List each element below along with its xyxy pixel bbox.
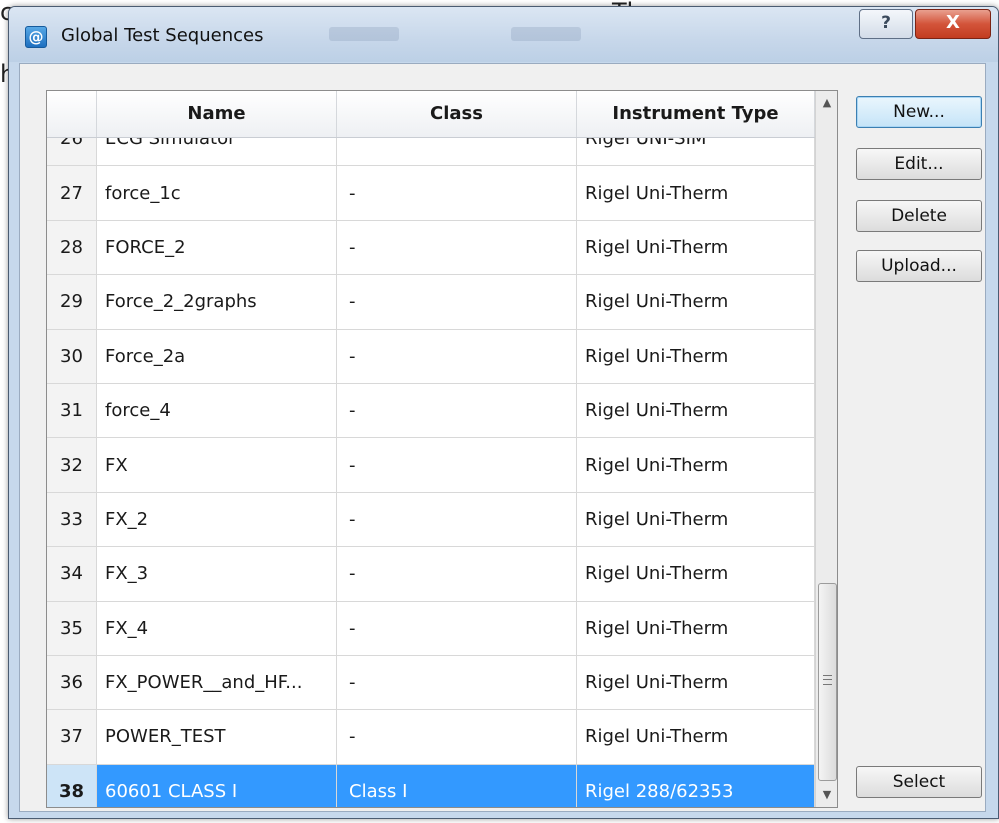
cell-name: force_4	[97, 383, 337, 438]
cell-name: FX_2	[97, 492, 337, 547]
blurred-background-tab	[511, 27, 581, 41]
cell-instrument-type: Rigel Uni-Therm	[577, 275, 815, 329]
row-number: 29	[47, 275, 97, 329]
table-row-partial[interactable]: 26 ECG Simulator Rigel UNI-SIM	[47, 138, 815, 167]
table-row[interactable]: 29 Force_2_2graphs - Rigel Uni-Therm	[47, 275, 815, 330]
cell-class: -	[337, 220, 577, 275]
table-header: Name Class Instrument Type	[47, 91, 815, 138]
cell-name: FORCE_2	[97, 220, 337, 275]
table-row[interactable]: 27 force_1c - Rigel Uni-Therm	[47, 166, 815, 221]
cell-instrument-type: Rigel Uni-Therm	[577, 329, 815, 383]
cell-instrument-type: Rigel UNI-SIM	[577, 138, 815, 166]
window-title: Global Test Sequences	[61, 25, 264, 46]
row-number: 28	[47, 220, 97, 275]
scroll-up-icon[interactable]: ▲	[816, 91, 837, 115]
cell-class: -	[337, 547, 577, 601]
cell-instrument-type: Rigel Uni-Therm	[577, 547, 815, 601]
cell-instrument-type: Rigel 288/62353	[577, 764, 815, 807]
scrollbar-thumb[interactable]	[818, 583, 837, 781]
help-button[interactable]: ?	[859, 9, 913, 39]
table-row[interactable]: 28 FORCE_2- Rigel Uni-Therm	[47, 220, 815, 276]
close-icon: X	[946, 12, 960, 33]
delete-button[interactable]: Delete	[856, 200, 982, 232]
row-number: 26	[47, 138, 97, 166]
row-number: 37	[47, 710, 97, 764]
cell-name: force_1c	[97, 166, 337, 220]
cell-class: -	[337, 492, 577, 547]
table-row[interactable]: 35 FX_4- Rigel Uni-Therm	[47, 601, 815, 656]
column-header-name[interactable]: Name	[97, 91, 337, 137]
dialog-client-area: Name Class Instrument Type 26 ECG Simula…	[19, 63, 986, 812]
vertical-scrollbar[interactable]: ▲ ▼	[815, 91, 837, 807]
table-row[interactable]: 30 Force_2a - Rigel Uni-Therm	[47, 329, 815, 384]
cell-class: -	[337, 655, 577, 710]
blurred-background-tab	[329, 27, 399, 41]
cell-name: ECG Simulator	[97, 138, 337, 166]
cell-name: FX_3	[97, 547, 337, 601]
sequences-table: Name Class Instrument Type 26 ECG Simula…	[46, 90, 838, 808]
cell-class: -	[337, 383, 577, 438]
close-button[interactable]: X	[915, 9, 991, 39]
cell-class: -	[337, 601, 577, 655]
help-icon: ?	[881, 13, 891, 33]
cell-class: -	[337, 329, 577, 383]
select-button[interactable]: Select	[856, 766, 982, 798]
cell-class: -	[337, 710, 577, 764]
table-row[interactable]: 31 force_4- Rigel Uni-Therm	[47, 383, 815, 439]
upload-button[interactable]: Upload...	[856, 250, 982, 282]
row-number: 35	[47, 601, 97, 655]
cell-instrument-type: Rigel Uni-Therm	[577, 710, 815, 764]
app-e-icon: @	[25, 26, 47, 48]
row-number: 34	[47, 547, 97, 601]
cell-instrument-type: Rigel Uni-Therm	[577, 655, 815, 710]
dialog-window: @ Global Test Sequences ? X Name Class I…	[8, 6, 999, 819]
cell-instrument-type: Rigel Uni-Therm	[577, 220, 815, 275]
new-button[interactable]: New...	[856, 96, 982, 128]
cell-instrument-type: Rigel Uni-Therm	[577, 383, 815, 438]
row-number: 27	[47, 166, 97, 220]
table-row[interactable]: 38 60601 CLASS I Class I Rigel 288/62353	[47, 764, 815, 807]
row-number-header	[47, 91, 97, 137]
cell-instrument-type: Rigel Uni-Therm	[577, 438, 815, 492]
cell-instrument-type: Rigel Uni-Therm	[577, 166, 815, 220]
cell-name: Force_2_2graphs	[97, 275, 337, 329]
scroll-down-icon[interactable]: ▼	[816, 783, 837, 807]
cell-class: -	[337, 166, 577, 220]
row-number: 32	[47, 438, 97, 492]
cell-instrument-type: Rigel Uni-Therm	[577, 601, 815, 655]
cell-class: Class I	[337, 764, 577, 807]
column-header-instrument-type[interactable]: Instrument Type	[577, 91, 815, 137]
table-row[interactable]: 33 FX_2- Rigel Uni-Therm	[47, 492, 815, 548]
cell-name: Force_2a	[97, 329, 337, 383]
cell-class	[337, 138, 577, 166]
cell-name: 60601 CLASS I	[97, 764, 337, 807]
table-row[interactable]: 36 FX_POWER__and_HF... - Rigel Uni-Therm	[47, 655, 815, 711]
cell-name: FX	[97, 438, 337, 492]
table-row[interactable]: 34 FX_3- Rigel Uni-Therm	[47, 547, 815, 602]
table-row[interactable]: 32 FX - Rigel Uni-Therm	[47, 438, 815, 493]
grip-icon	[823, 675, 832, 685]
cell-name: FX_POWER__and_HF...	[97, 655, 337, 710]
title-bar[interactable]: @ Global Test Sequences ? X	[9, 7, 998, 62]
cell-class: -	[337, 438, 577, 492]
table-body: 26 ECG Simulator Rigel UNI-SIM 27 force_1…	[47, 138, 815, 807]
row-number: 36	[47, 655, 97, 710]
row-number: 33	[47, 492, 97, 547]
cell-name: FX_4	[97, 601, 337, 655]
cell-class: -	[337, 275, 577, 329]
row-number: 31	[47, 383, 97, 438]
edit-button[interactable]: Edit...	[856, 148, 982, 180]
table-row[interactable]: 37 POWER_TEST - Rigel Uni-Therm	[47, 710, 815, 765]
row-number: 30	[47, 329, 97, 383]
cell-instrument-type: Rigel Uni-Therm	[577, 492, 815, 547]
cell-name: POWER_TEST	[97, 710, 337, 764]
row-number: 38	[47, 764, 97, 807]
column-header-class[interactable]: Class	[337, 91, 577, 137]
